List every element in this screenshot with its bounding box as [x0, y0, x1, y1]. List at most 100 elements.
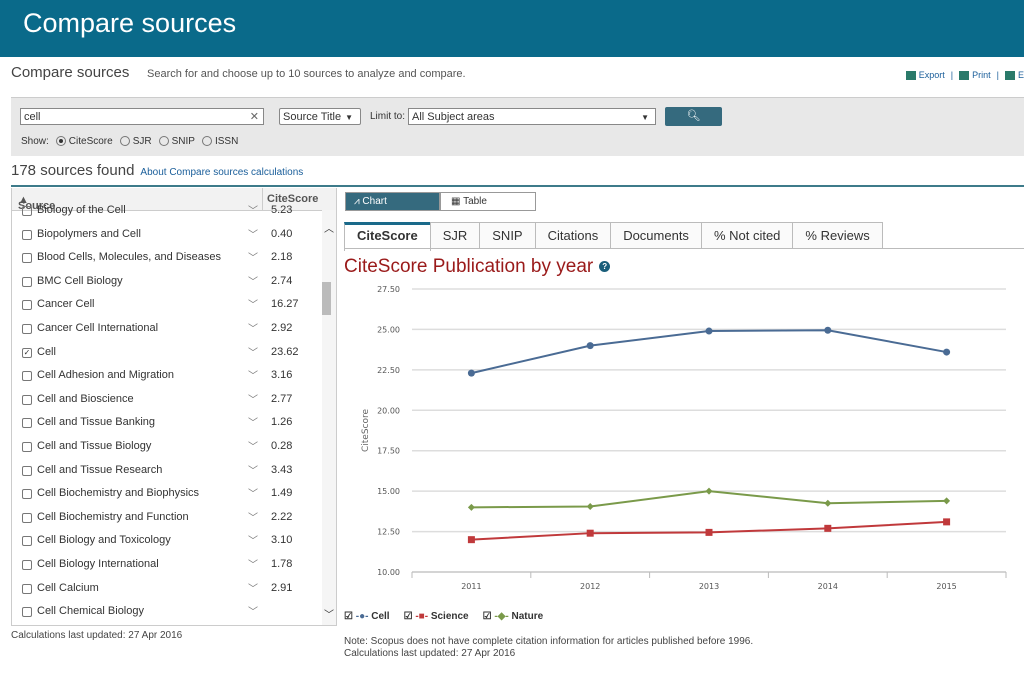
source-name[interactable]: Cell Biochemistry and Function — [37, 511, 189, 523]
expand-chevron-icon[interactable]: ﹀ — [248, 485, 258, 500]
radio-sjr[interactable]: SJR — [119, 136, 152, 147]
data-point-cell[interactable] — [705, 327, 713, 335]
expand-chevron-icon[interactable]: ﹀ — [248, 320, 258, 335]
scrollbar-thumb[interactable] — [322, 282, 331, 315]
data-point-nature[interactable] — [705, 487, 713, 495]
row-checkbox[interactable] — [22, 583, 32, 594]
print-link[interactable]: Print — [959, 70, 991, 81]
checkbox-checked-icon[interactable]: ☑ — [404, 611, 413, 622]
source-name[interactable]: Cell and Tissue Biology — [37, 440, 151, 452]
row-checkbox[interactable] — [22, 324, 32, 334]
clear-icon[interactable]: ✕ — [250, 109, 259, 126]
row-checkbox[interactable] — [22, 512, 32, 523]
legend-item-nature[interactable]: ☑ -◆- Nature — [483, 611, 544, 622]
subject-area-select[interactable]: All Subject areas ▼ — [408, 108, 656, 125]
row-checkbox[interactable] — [22, 229, 32, 240]
expand-chevron-icon[interactable]: ﹀ — [248, 367, 258, 382]
source-name[interactable]: Cell Biology International — [37, 558, 159, 570]
list-item[interactable]: Cell and Tissue Banking ﹀ 1.26 — [12, 411, 322, 435]
row-checkbox[interactable] — [22, 253, 32, 264]
data-point-science[interactable] — [943, 518, 951, 526]
list-item[interactable]: Cell Biochemistry and Biophysics ﹀ 1.49 — [12, 482, 322, 506]
source-name[interactable]: Cell Calcium — [37, 582, 99, 594]
checkbox-checked-icon[interactable]: ☑ — [344, 611, 353, 622]
list-item[interactable]: Cell Biology International ﹀ 1.78 — [12, 553, 322, 577]
source-name[interactable]: Cell and Tissue Banking — [37, 416, 155, 428]
list-item[interactable]: ✓ Cell ﹀ 23.62 — [12, 341, 322, 365]
row-checkbox[interactable] — [22, 206, 32, 216]
tab-citations[interactable]: Citations — [534, 222, 612, 249]
source-name[interactable]: Cell and Tissue Research — [37, 464, 162, 476]
data-point-nature[interactable] — [824, 499, 832, 507]
tab-sjr[interactable]: SJR — [429, 222, 481, 249]
data-point-cell[interactable] — [467, 369, 475, 377]
source-name[interactable]: Blood Cells, Molecules, and Diseases — [37, 251, 221, 263]
radio-snip[interactable]: SNIP — [158, 136, 195, 147]
search-button[interactable]: 🔍︎ — [665, 107, 722, 126]
expand-chevron-icon[interactable]: ﹀ — [248, 580, 258, 595]
list-item[interactable]: Cell Adhesion and Migration ﹀ 3.16 — [12, 364, 322, 388]
legend-item-cell[interactable]: ☑ -●- Cell — [344, 611, 390, 622]
expand-chevron-icon[interactable]: ﹀ — [248, 273, 258, 288]
radio-issn[interactable]: ISSN — [201, 136, 238, 147]
list-item[interactable]: Cancer Cell ﹀ 16.27 — [12, 293, 322, 317]
data-point-nature[interactable] — [943, 497, 951, 505]
search-type-select[interactable]: Source Title ▼ — [279, 108, 361, 125]
row-checkbox[interactable] — [22, 489, 32, 500]
source-name[interactable]: Cell Adhesion and Migration — [37, 369, 174, 381]
list-item[interactable]: Cell and Tissue Research ﹀ 3.43 — [12, 459, 322, 483]
expand-chevron-icon[interactable]: ﹀ — [248, 556, 258, 571]
help-icon[interactable]: ? — [599, 261, 611, 273]
data-point-science[interactable] — [705, 528, 713, 536]
row-checkbox[interactable] — [22, 607, 32, 618]
row-checkbox[interactable] — [22, 300, 32, 311]
source-name[interactable]: Cell Chemical Biology — [37, 605, 144, 617]
source-name[interactable]: Biology of the Cell — [37, 204, 126, 216]
source-name[interactable]: BMC Cell Biology — [37, 275, 123, 287]
scroll-down-icon[interactable]: ﹀ — [322, 606, 336, 621]
row-checkbox[interactable] — [22, 442, 32, 452]
row-checkbox[interactable] — [22, 560, 32, 570]
row-checkbox[interactable] — [22, 536, 32, 547]
chart-view-button[interactable]: ⩘ Chart — [345, 192, 440, 211]
checkbox-checked-icon[interactable]: ☑ — [483, 611, 492, 622]
expand-chevron-icon[interactable]: ﹀ — [248, 532, 258, 547]
scroll-up-icon[interactable]: ︿ — [322, 220, 336, 235]
search-input[interactable]: cell ✕ — [20, 108, 264, 125]
row-checkbox[interactable] — [22, 465, 32, 476]
data-point-science[interactable] — [467, 536, 475, 544]
tab-documents[interactable]: Documents — [610, 222, 702, 249]
row-checkbox[interactable] — [22, 276, 32, 287]
data-point-cell[interactable] — [824, 326, 832, 334]
expand-chevron-icon[interactable]: ﹀ — [248, 462, 258, 477]
source-name[interactable]: Biopolymers and Cell — [37, 228, 141, 240]
expand-chevron-icon[interactable]: ﹀ — [248, 603, 258, 618]
list-item[interactable]: Cell Biochemistry and Function ﹀ 2.22 — [12, 506, 322, 530]
row-checkbox[interactable] — [22, 394, 32, 405]
list-item[interactable]: Cell and Bioscience ﹀ 2.77 — [12, 388, 322, 412]
tab-citescore[interactable]: CiteScore — [344, 222, 431, 251]
list-item[interactable]: Cancer Cell International ﹀ 2.92 — [12, 317, 322, 341]
expand-chevron-icon[interactable]: ﹀ — [248, 249, 258, 264]
radio-citescore[interactable]: CiteScore — [55, 136, 113, 147]
data-point-science[interactable] — [824, 524, 832, 532]
list-item[interactable]: Cell Biology and Toxicology ﹀ 3.10 — [12, 529, 322, 553]
tab-snip[interactable]: SNIP — [479, 222, 536, 249]
source-name[interactable]: Cell Biochemistry and Biophysics — [37, 487, 199, 499]
email-link[interactable]: E — [1004, 70, 1024, 81]
data-point-nature[interactable] — [467, 503, 475, 511]
expand-chevron-icon[interactable]: ﹀ — [248, 391, 258, 406]
table-view-button[interactable]: ▦ Table — [440, 192, 536, 211]
expand-chevron-icon[interactable]: ﹀ — [248, 344, 258, 359]
expand-chevron-icon[interactable]: ﹀ — [248, 202, 258, 217]
list-item[interactable]: Blood Cells, Molecules, and Diseases ﹀ 2.1… — [12, 246, 322, 270]
export-link[interactable]: Export — [905, 70, 945, 81]
data-point-cell[interactable] — [943, 348, 951, 356]
data-point-science[interactable] — [586, 529, 594, 537]
list-item[interactable]: Biopolymers and Cell ﹀ 0.40 — [12, 223, 322, 247]
expand-chevron-icon[interactable]: ﹀ — [248, 296, 258, 311]
list-item[interactable]: Biology of the Cell ﹀ 5.23 — [12, 199, 322, 223]
expand-chevron-icon[interactable]: ﹀ — [248, 414, 258, 429]
source-name[interactable]: Cancer Cell — [37, 298, 94, 310]
expand-chevron-icon[interactable]: ﹀ — [248, 226, 258, 241]
